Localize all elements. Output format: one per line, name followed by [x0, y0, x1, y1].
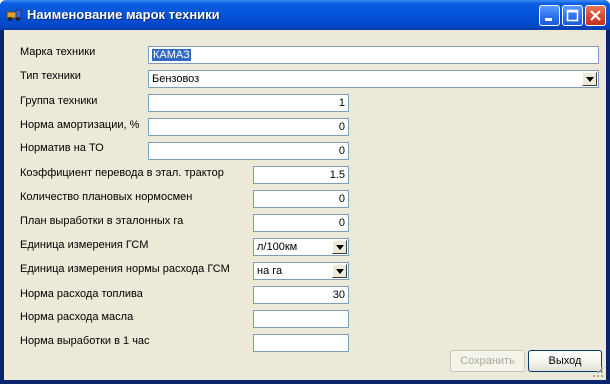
brand-label: Марка техники: [20, 46, 96, 58]
planned-shifts-label: Количество плановых нормосмен: [20, 191, 193, 203]
exit-button[interactable]: Выход: [528, 350, 602, 372]
oil-rate-label: Норма расхода масла: [20, 311, 134, 323]
fuel-unit-value: л/100км: [257, 241, 298, 253]
title-bar[interactable]: Наименование марок техники: [0, 0, 610, 30]
output-plan-label: План выработки в эталонных га: [20, 215, 184, 227]
minimize-button[interactable]: [539, 5, 560, 26]
maximize-button[interactable]: [562, 5, 583, 26]
type-combobox[interactable]: Бензовоз: [148, 70, 599, 88]
fuel-norm-unit-value: на га: [257, 265, 283, 277]
type-dropdown-button[interactable]: [582, 72, 597, 86]
dialog-body: Марка техники КАМАЗ Тип техники Бензовоз…: [4, 30, 606, 380]
depreciation-label: Норма амортизации, %: [20, 119, 140, 131]
type-label: Тип техники: [20, 70, 81, 82]
brand-value: КАМАЗ: [152, 49, 191, 61]
chevron-down-icon: [336, 245, 344, 250]
resize-grip-icon[interactable]: [593, 367, 604, 378]
fuel-unit-combobox[interactable]: л/100км: [253, 238, 349, 256]
oil-rate-input[interactable]: [253, 310, 349, 328]
chevron-down-icon: [586, 77, 594, 82]
planned-shifts-input[interactable]: 0: [253, 190, 349, 208]
fuel-norm-unit-label: Единица измерения нормы расхода ГСМ: [20, 263, 230, 275]
tractor-coef-label: Коэффициент перевода в этал. трактор: [20, 167, 224, 179]
group-label: Группа техники: [20, 95, 98, 107]
close-icon: [590, 10, 601, 21]
fuel-unit-label: Единица измерения ГСМ: [20, 239, 149, 251]
tractor-coef-input[interactable]: 1.5: [253, 166, 349, 184]
save-button[interactable]: Сохранить: [450, 350, 525, 372]
hourly-output-label: Норма выработки в 1 час: [20, 335, 150, 347]
dialog-window: Наименование марок техники Марка техники…: [0, 0, 610, 384]
fuel-unit-dropdown-button[interactable]: [332, 240, 347, 254]
type-value: Бензовоз: [152, 73, 200, 85]
maximize-icon: [566, 9, 579, 22]
maintenance-input[interactable]: 0: [148, 142, 349, 160]
close-button[interactable]: [585, 5, 606, 26]
fuel-norm-unit-combobox[interactable]: на га: [253, 262, 349, 280]
brand-input[interactable]: КАМАЗ: [148, 46, 599, 64]
fuel-rate-label: Норма расхода топлива: [20, 288, 143, 300]
hourly-output-input[interactable]: [253, 334, 349, 352]
group-input[interactable]: 1: [148, 94, 349, 112]
chevron-down-icon: [336, 269, 344, 274]
minimize-icon: [545, 18, 552, 21]
depreciation-input[interactable]: 0: [148, 118, 349, 136]
fuel-rate-input[interactable]: 30: [253, 286, 349, 304]
output-plan-input[interactable]: 0: [253, 214, 349, 232]
maintenance-label: Норматив на ТО: [20, 142, 104, 154]
window-title: Наименование марок техники: [27, 7, 220, 22]
fuel-norm-unit-dropdown-button[interactable]: [332, 264, 347, 278]
app-icon: [6, 8, 22, 22]
